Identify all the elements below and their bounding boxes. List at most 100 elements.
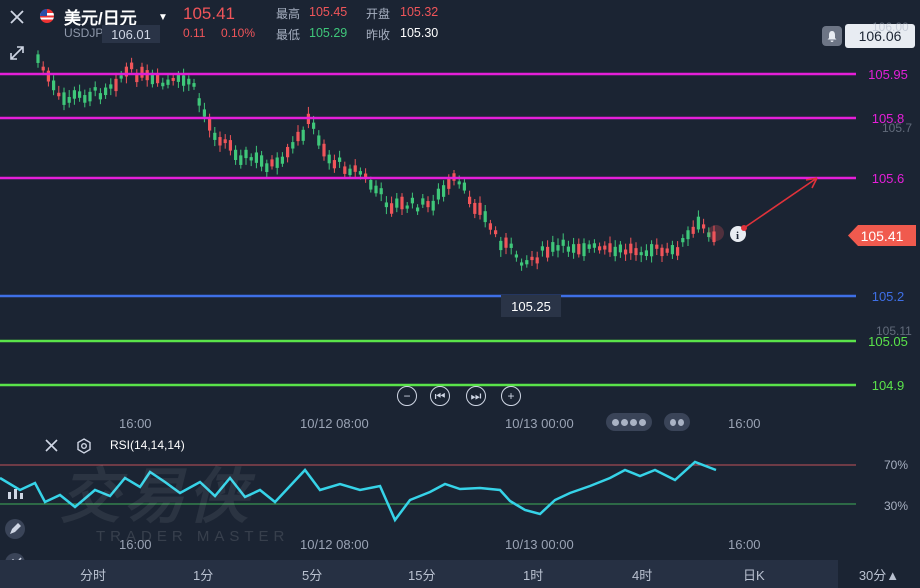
candle-body xyxy=(530,256,534,261)
candle-body xyxy=(556,245,560,251)
pencil-icon xyxy=(5,519,25,539)
candle-body xyxy=(192,83,196,87)
candle-body xyxy=(369,179,373,190)
candle-body xyxy=(98,93,102,100)
candle-body xyxy=(582,243,586,257)
timeframe-item[interactable]: 5分 xyxy=(302,565,322,584)
candle-body xyxy=(140,66,144,78)
zoom-out-button[interactable]: − xyxy=(397,386,417,406)
candle-body xyxy=(291,142,295,149)
candle-chart-icon xyxy=(8,489,23,499)
draw-tool-button[interactable] xyxy=(0,516,30,542)
candle-body xyxy=(535,257,539,264)
candle-body xyxy=(478,202,482,215)
candle-body xyxy=(525,260,529,265)
rsi-time-label: 10/12 08:00 xyxy=(300,537,369,552)
candle-body xyxy=(691,226,695,234)
candle-body xyxy=(603,245,607,250)
candle-body xyxy=(265,163,269,172)
candle-body xyxy=(187,78,191,85)
rewind-button[interactable]: ⏮ xyxy=(430,386,450,406)
candle-body xyxy=(520,262,524,266)
candle-body xyxy=(390,203,394,214)
level-tag: 105.6 xyxy=(871,170,905,186)
low-marker-tag: 105.25 xyxy=(501,295,561,317)
candle-body xyxy=(577,243,581,255)
candle-body xyxy=(36,54,40,63)
candle-body xyxy=(509,243,513,248)
candle-body xyxy=(348,168,352,176)
indicator-toggle-two[interactable] xyxy=(664,413,690,431)
timeframe-item[interactable]: 1时 xyxy=(523,565,543,584)
candle-body xyxy=(109,84,113,89)
candle-body xyxy=(686,230,690,240)
timeframe-item[interactable]: 分时 xyxy=(80,565,106,584)
candle-body xyxy=(421,198,425,205)
indicator-toggle-four[interactable] xyxy=(606,413,652,431)
rsi-upper-label: 70% xyxy=(884,458,909,472)
forward-button[interactable]: ⏭ xyxy=(466,386,486,406)
candle-body xyxy=(296,131,300,142)
time-label: 16:00 xyxy=(119,416,152,431)
timeframe-selected[interactable]: 30分▲ xyxy=(838,560,920,588)
timeframe-item[interactable]: 15分 xyxy=(408,565,435,584)
candle-body xyxy=(613,246,617,257)
candle-body xyxy=(78,91,82,98)
candle-body xyxy=(431,200,435,211)
candle-body xyxy=(83,95,87,103)
candle-body xyxy=(213,132,217,140)
candle-body xyxy=(67,96,71,103)
candle-body xyxy=(473,202,477,214)
candle-body xyxy=(468,196,472,205)
candle-body xyxy=(332,160,336,169)
level-tag: 105.95 xyxy=(868,66,908,82)
candle-body xyxy=(499,240,503,251)
candle-body xyxy=(62,92,66,105)
timeframe-item[interactable]: 1分 xyxy=(193,565,213,584)
candle-body xyxy=(218,137,222,146)
candle-body xyxy=(514,254,518,258)
watermark-logo: 交易侠 xyxy=(60,463,252,530)
forecast-arrow xyxy=(740,177,818,231)
candle-body xyxy=(239,155,243,165)
candle-body xyxy=(670,245,674,255)
candle-body xyxy=(504,237,508,248)
candle-body xyxy=(353,165,357,172)
svg-text:i: i xyxy=(736,230,739,242)
rsi-time-label: 10/13 00:00 xyxy=(505,537,574,552)
candle-body xyxy=(208,118,212,131)
candle-body xyxy=(436,188,440,200)
time-label: 10/12 08:00 xyxy=(300,416,369,431)
candle-tool-button[interactable] xyxy=(0,482,30,508)
candle-body xyxy=(566,246,570,252)
zoom-in-button[interactable]: + xyxy=(501,386,521,406)
candle-body xyxy=(572,244,576,253)
candle-body xyxy=(442,185,446,197)
candle-body xyxy=(135,74,139,83)
candle-body xyxy=(598,246,602,251)
level-tag: 105.05 xyxy=(868,333,908,349)
candle-body xyxy=(166,79,170,85)
timeframe-item[interactable]: 日K xyxy=(743,565,765,584)
axis-top-value: 106.00 xyxy=(872,20,909,34)
close-indicator-button[interactable] xyxy=(44,438,60,459)
candle-body xyxy=(156,74,160,84)
timeframe-item[interactable]: 4时 xyxy=(632,565,652,584)
candle-body xyxy=(551,242,555,252)
candle-body xyxy=(592,243,596,248)
candle-body xyxy=(338,157,342,162)
arrow-tail-dot xyxy=(741,225,747,231)
candle-body xyxy=(244,149,248,159)
timeframe-bar xyxy=(0,560,920,588)
candle-body xyxy=(171,77,175,81)
current-price-tag: 105.41 xyxy=(848,225,916,246)
candle-body xyxy=(234,149,238,161)
chart-screen: 美元/日元 ▼ USDJPY 105.41 0.11 0.10% 最高 105.… xyxy=(0,0,920,588)
candle-body xyxy=(650,244,654,257)
level-tag: 105.2 xyxy=(871,288,905,304)
candle-body xyxy=(343,166,347,174)
candle-body xyxy=(223,139,227,144)
candle-body xyxy=(260,155,264,167)
candle-body xyxy=(384,202,388,208)
candle-body xyxy=(608,243,612,253)
